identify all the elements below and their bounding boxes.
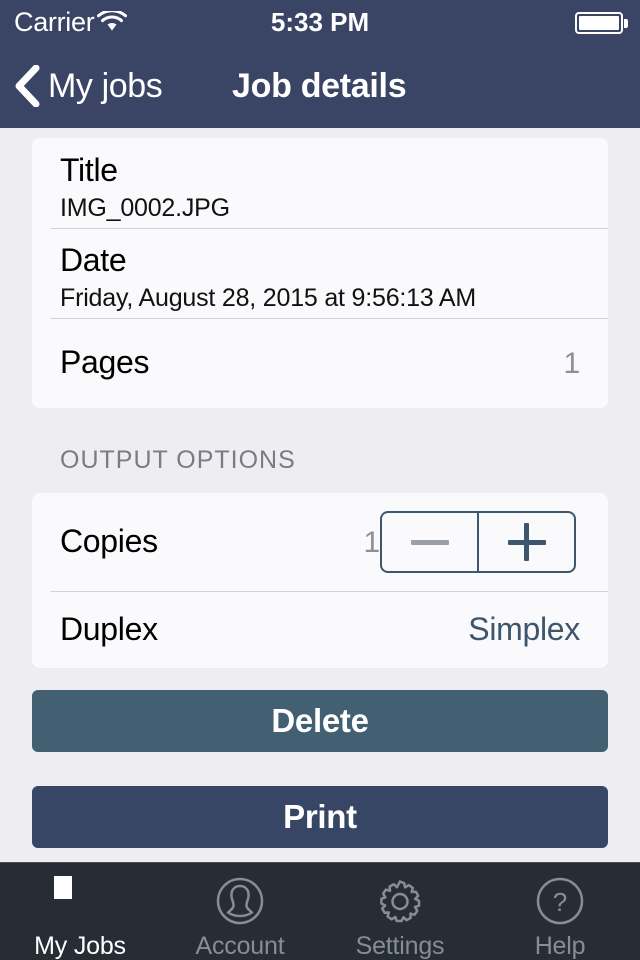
app-screen: Carrier 5:33 PM My jobs Job details Titl… <box>0 0 640 960</box>
tab-my-jobs[interactable]: My Jobs <box>0 863 160 960</box>
date-label: Date <box>60 242 127 278</box>
duplex-row[interactable]: Duplex Simplex <box>32 591 608 668</box>
tab-settings[interactable]: Settings <box>320 863 480 960</box>
duplex-label: Duplex <box>60 611 158 647</box>
output-options-card: Copies 1 Duplex Simplex <box>32 493 608 668</box>
back-button[interactable]: My jobs <box>14 58 163 114</box>
battery-nub-icon <box>624 19 628 28</box>
tab-bar: My Jobs Account Settings ? Help <box>0 862 640 960</box>
date-value: Friday, August 28, 2015 at 9:56:13 AM <box>60 284 477 312</box>
tab-account-label: Account <box>195 932 285 960</box>
copies-label: Copies <box>60 523 158 559</box>
copies-stepper[interactable] <box>380 511 576 573</box>
copies-row[interactable]: Copies 1 <box>32 493 608 591</box>
clock-label: 5:33 PM <box>270 7 370 37</box>
pages-row[interactable]: Pages 1 <box>32 318 608 408</box>
copies-increment-button[interactable] <box>479 513 574 571</box>
job-info-card: Title IMG_0002.JPG Date Friday, August 2… <box>32 138 608 408</box>
minus-icon <box>410 539 449 545</box>
back-button-label: My jobs <box>48 67 163 105</box>
chevron-left-icon <box>15 65 40 107</box>
delete-button[interactable]: Delete <box>32 690 608 752</box>
content-area: Title IMG_0002.JPG Date Friday, August 2… <box>0 128 640 862</box>
tab-my-jobs-label: My Jobs <box>34 932 126 960</box>
date-row[interactable]: Date Friday, August 28, 2015 at 9:56:13 … <box>32 228 608 318</box>
plus-icon <box>507 523 546 561</box>
battery-full-icon <box>575 12 623 34</box>
row-divider <box>50 591 608 592</box>
status-bar: Carrier 5:33 PM <box>0 0 640 44</box>
row-divider <box>50 318 608 319</box>
pages-value: 1 <box>563 347 581 380</box>
tab-help-label: Help <box>534 932 586 960</box>
question-circle-icon: ? <box>532 876 588 926</box>
row-divider <box>50 228 608 229</box>
print-button[interactable]: Print <box>32 786 608 848</box>
page-title: Job details <box>232 66 407 105</box>
duplex-value: Simplex <box>468 611 580 647</box>
output-options-section-header: OUTPUT OPTIONS <box>60 446 296 474</box>
title-label: Title <box>60 152 118 188</box>
navigation-bar: My jobs Job details <box>0 44 640 128</box>
tab-account[interactable]: Account <box>160 863 320 960</box>
title-row[interactable]: Title IMG_0002.JPG <box>32 138 608 228</box>
tab-settings-label: Settings <box>355 932 445 960</box>
pages-label: Pages <box>60 344 150 380</box>
list-lines-icon <box>52 876 108 926</box>
copies-decrement-button[interactable] <box>382 513 477 571</box>
title-value: IMG_0002.JPG <box>60 194 230 222</box>
gear-icon <box>372 876 428 926</box>
person-circle-icon <box>212 876 268 926</box>
tab-help[interactable]: ? Help <box>480 863 640 960</box>
svg-text:?: ? <box>553 887 567 917</box>
copies-value: 1 <box>363 526 381 559</box>
